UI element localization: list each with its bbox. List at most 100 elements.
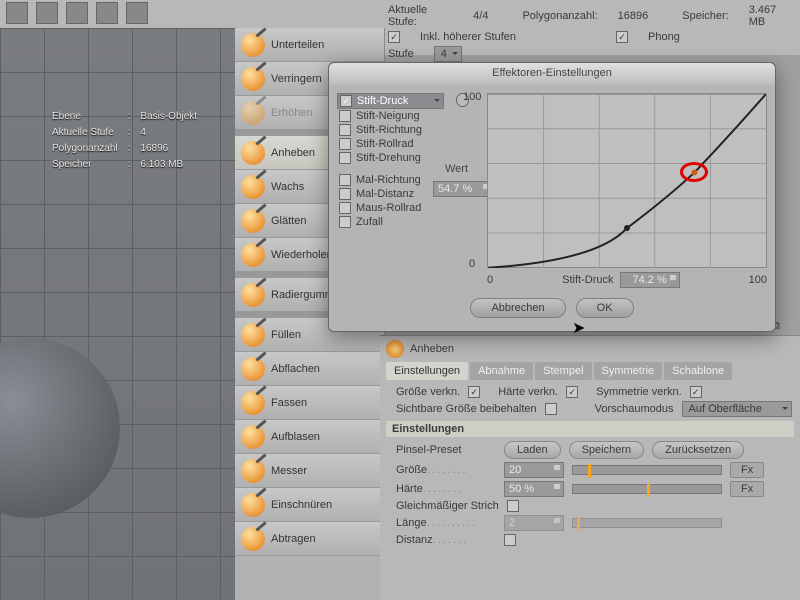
- tool-messer[interactable]: Messer: [235, 454, 384, 488]
- effector-stift-druck[interactable]: Stift-Druck: [337, 93, 444, 109]
- size-slider[interactable]: [572, 465, 722, 475]
- toolbar-icon[interactable]: [66, 2, 88, 24]
- effector-list: Stift-DruckStift-NeigungStift-RichtungSt…: [337, 93, 444, 288]
- tool-icon: [241, 283, 265, 307]
- tool-fassen[interactable]: Fassen: [235, 386, 384, 420]
- x-axis-left: 0: [487, 274, 493, 286]
- dialog-title: Effektoren-Einstellungen: [329, 63, 775, 85]
- effector-mal-distanz[interactable]: Mal-Distanz: [337, 187, 444, 201]
- effector-stift-neigung[interactable]: Stift-Neigung: [337, 109, 444, 123]
- toolbar-icon[interactable]: [36, 2, 58, 24]
- effector-checkbox[interactable]: [339, 216, 351, 228]
- x-axis-right: 100: [749, 274, 767, 286]
- hardness-field[interactable]: 50 %: [504, 481, 564, 497]
- include-higher-checkbox[interactable]: [388, 31, 400, 43]
- effector-stift-drehung[interactable]: Stift-Drehung: [337, 151, 444, 165]
- length-slider[interactable]: [572, 518, 722, 528]
- tab-abnahme[interactable]: Abnahme: [470, 362, 533, 380]
- tab-symmetrie[interactable]: Symmetrie: [594, 362, 663, 380]
- effector-checkbox[interactable]: [339, 174, 351, 186]
- wert-field[interactable]: 54.7 %: [433, 181, 493, 197]
- reset-button[interactable]: Zurücksetzen: [652, 441, 744, 459]
- stufe-label: Stufe: [388, 48, 414, 60]
- ok-button[interactable]: OK: [576, 298, 634, 318]
- tool-aufblasen[interactable]: Aufblasen: [235, 420, 384, 454]
- save-button[interactable]: Speichern: [569, 441, 645, 459]
- stufe-select[interactable]: 4: [434, 46, 462, 62]
- effector-zufall[interactable]: Zufall: [337, 215, 444, 229]
- size-fx-button[interactable]: Fx: [730, 462, 764, 478]
- hardness-slider[interactable]: [572, 484, 722, 494]
- preview-mode-select[interactable]: Auf Oberfläche: [682, 401, 792, 417]
- tool-label: Anheben: [271, 147, 315, 159]
- status-mem-value: 3.467 MB: [749, 4, 792, 28]
- keep-visible-checkbox[interactable]: [545, 403, 557, 415]
- tool-label: Wiederholen: [271, 249, 333, 261]
- hardness-fx-button[interactable]: Fx: [730, 481, 764, 497]
- viewport-3d[interactable]: Ebene:Basis-Objekt Aktuelle Stufe:4 Poly…: [0, 28, 235, 600]
- effector-label: Stift-Richtung: [356, 124, 422, 136]
- size-link-checkbox[interactable]: [468, 386, 480, 398]
- effector-label: Stift-Neigung: [356, 110, 420, 122]
- effector-mal-richtung[interactable]: Mal-Richtung: [337, 173, 444, 187]
- x-value-field[interactable]: 74.2 %: [620, 272, 680, 288]
- phong-checkbox[interactable]: [616, 31, 628, 43]
- status-level-label: Aktuelle Stufe:: [388, 4, 453, 28]
- tool-unterteilen[interactable]: Unterteilen: [235, 28, 384, 62]
- tool-label: Fassen: [271, 397, 307, 409]
- effectors-dialog: Effektoren-Einstellungen Stift-Druck Stif…: [328, 62, 776, 332]
- sym-link-checkbox[interactable]: [690, 386, 702, 398]
- tab-stempel[interactable]: Stempel: [535, 362, 591, 380]
- effector-stift-richtung[interactable]: Stift-Richtung: [337, 123, 444, 137]
- tab-schablone[interactable]: Schablone: [664, 362, 732, 380]
- tool-label: Verringern: [271, 73, 322, 85]
- effector-label: Mal-Distanz: [356, 188, 414, 200]
- cancel-button[interactable]: Abbrechen: [470, 298, 565, 318]
- toolbar-icon[interactable]: [6, 2, 28, 24]
- even-stroke-checkbox[interactable]: [507, 500, 519, 512]
- viewport-hud: Ebene:Basis-Objekt Aktuelle Stufe:4 Poly…: [50, 108, 207, 174]
- load-button[interactable]: Laden: [504, 441, 561, 459]
- include-higher-label: Inkl. höherer Stufen: [420, 31, 516, 43]
- tool-label: Füllen: [271, 329, 301, 341]
- size-field[interactable]: 20: [504, 462, 564, 478]
- effector-checkbox[interactable]: [339, 188, 351, 200]
- tool-label: Einschnüren: [271, 499, 332, 511]
- effector-label: Stift-Druck: [357, 95, 408, 107]
- effector-graph[interactable]: /*grid drawn below*/: [487, 93, 767, 268]
- effector-checkbox[interactable]: [339, 138, 351, 150]
- tool-abflachen[interactable]: Abflachen: [235, 352, 384, 386]
- effector-maus-rollrad[interactable]: Maus-Rollrad: [337, 201, 444, 215]
- panel-title: Anheben: [410, 343, 454, 355]
- effector-label: Stift-Drehung: [356, 152, 421, 164]
- tool-label: Abflachen: [271, 363, 320, 375]
- tool-einschnüren[interactable]: Einschnüren: [235, 488, 384, 522]
- effector-stift-rollrad[interactable]: Stift-Rollrad: [337, 137, 444, 151]
- length-field[interactable]: 2: [504, 515, 564, 531]
- even-stroke-label: Gleichmäßiger Strich: [396, 500, 499, 512]
- effector-checkbox[interactable]: [339, 124, 351, 136]
- effector-checkbox[interactable]: [339, 202, 351, 214]
- effector-checkbox[interactable]: [339, 110, 351, 122]
- tab-einstellungen[interactable]: Einstellungen: [386, 362, 468, 380]
- tool-label: Unterteilen: [271, 39, 324, 51]
- attribute-tabs: EinstellungenAbnahmeStempelSymmetrieScha…: [386, 362, 794, 380]
- y-axis-top: 100: [463, 91, 481, 103]
- tool-icon: [241, 209, 265, 233]
- tool-icon: [241, 101, 265, 125]
- effector-label: Mal-Richtung: [356, 174, 421, 186]
- hard-link-checkbox[interactable]: [566, 386, 578, 398]
- sym-link-label: Symmetrie verkn.: [596, 386, 682, 398]
- distance-checkbox[interactable]: [504, 534, 516, 546]
- tool-label: Glätten: [271, 215, 306, 227]
- effector-checkbox[interactable]: [339, 152, 351, 164]
- toolbar-icon[interactable]: [126, 2, 148, 24]
- toolbar-icon[interactable]: [96, 2, 118, 24]
- effector-checkbox[interactable]: [340, 95, 352, 107]
- size-label: Größe: [396, 464, 427, 476]
- tool-abtragen[interactable]: Abtragen: [235, 522, 384, 556]
- highlight-marker: [680, 162, 708, 182]
- tool-icon: [241, 141, 265, 165]
- tool-icon: [386, 340, 404, 358]
- tool-icon: [241, 527, 265, 551]
